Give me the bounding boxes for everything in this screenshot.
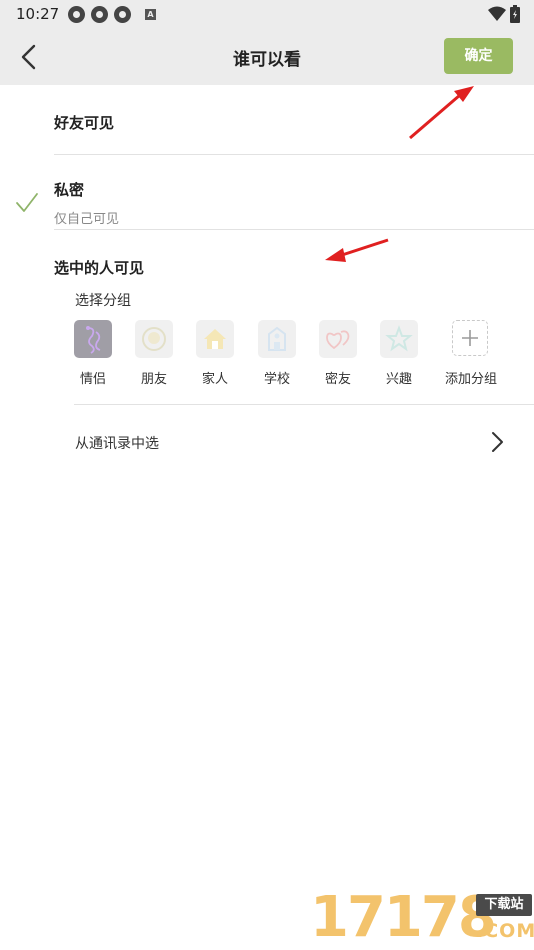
watermark-badge: 下载站 [476, 894, 532, 916]
watermark: 17178 下载站 .COM [310, 886, 534, 950]
annotation-arrows [325, 86, 474, 262]
watermark-number: 17178 [310, 885, 497, 950]
watermark-domain: .COM [476, 920, 534, 942]
